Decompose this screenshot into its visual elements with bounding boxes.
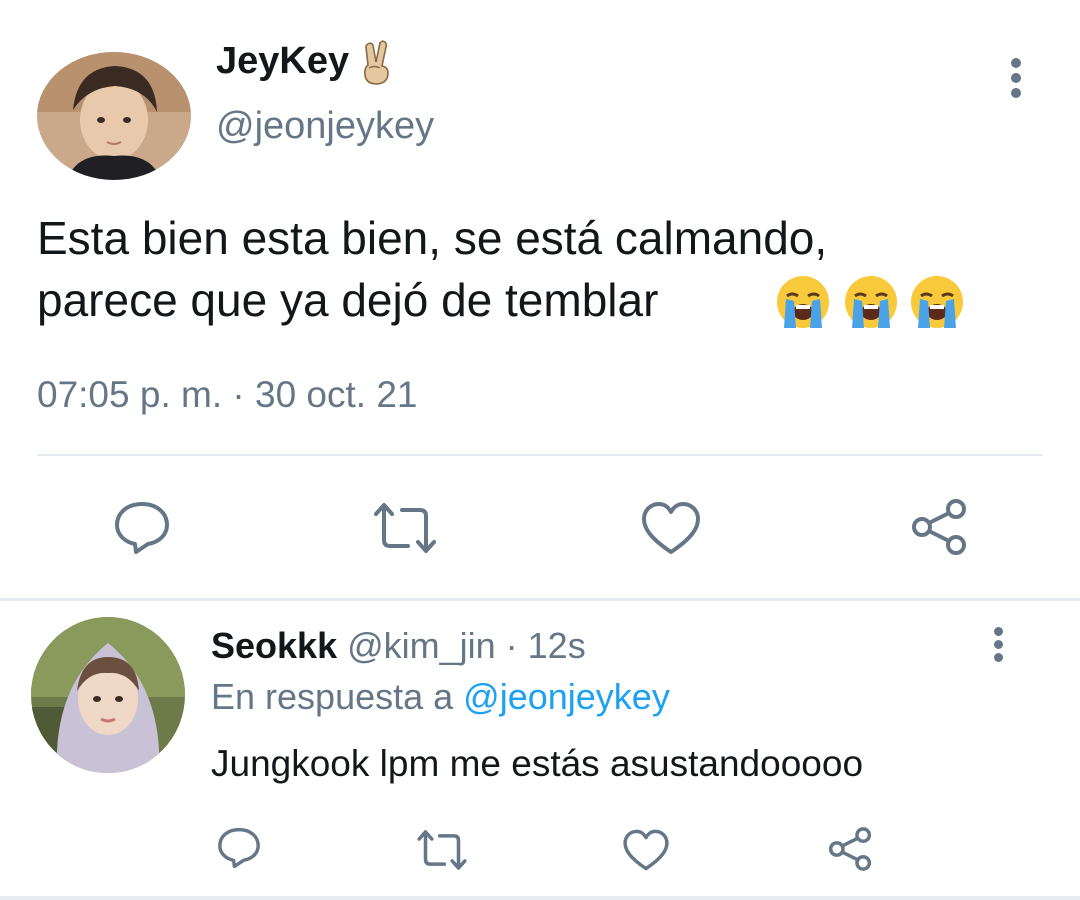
more-options-button[interactable] xyxy=(1006,58,1026,102)
reply-mention-link[interactable]: @jeonjeykey xyxy=(463,676,670,717)
reply-reply-button[interactable] xyxy=(216,826,262,870)
reply-author-avatar[interactable] xyxy=(31,617,185,773)
reply-like-button[interactable] xyxy=(622,828,670,872)
divider xyxy=(37,454,1043,456)
tweet-detail-page: JeyKey @jeonjeykey Esta bien esta bien, … xyxy=(0,0,1080,900)
share-icon xyxy=(912,499,966,555)
divider xyxy=(0,896,1080,900)
victory-hand-emoji-icon xyxy=(364,40,389,85)
reply-context-prefix: En respuesta a xyxy=(211,676,464,717)
section-separator xyxy=(0,598,1080,601)
reply-context: En respuesta a @jeonjeykey xyxy=(211,676,670,718)
reply-retweet-button[interactable] xyxy=(414,828,470,872)
tweet-text-line-1: Esta bien esta bien, se está calmando, xyxy=(37,212,828,264)
reply-icon xyxy=(115,502,169,554)
loudly-crying-face-emoji-icon xyxy=(777,276,829,328)
share-icon xyxy=(828,827,872,871)
reply-text: Jungkook lpm me estás asustandooooo xyxy=(211,743,864,784)
reply-button[interactable] xyxy=(112,500,172,556)
heart-icon xyxy=(642,502,700,554)
reply-author-name[interactable]: Seokkk xyxy=(211,625,337,666)
reply-icon xyxy=(218,827,260,869)
loudly-crying-face-emoji-icon xyxy=(845,276,897,328)
heart-icon xyxy=(623,829,669,871)
more-dot-icon xyxy=(993,627,1003,636)
retweet-icon xyxy=(374,503,436,553)
reply-share-button[interactable] xyxy=(826,826,874,872)
more-dot-icon xyxy=(993,653,1003,662)
more-dot-icon xyxy=(1011,88,1021,98)
loudly-crying-face-emoji-icon xyxy=(911,276,963,328)
retweet-icon xyxy=(417,830,467,870)
reply-more-options-button[interactable] xyxy=(988,627,1008,671)
tweet-timestamp[interactable]: 07:05 p. m. · 30 oct. 21 xyxy=(37,374,418,416)
more-dot-icon xyxy=(1011,73,1021,83)
share-button[interactable] xyxy=(908,498,970,556)
author-avatar[interactable] xyxy=(37,52,191,180)
retweet-button[interactable] xyxy=(370,500,440,556)
author-handle[interactable]: @jeonjeykey xyxy=(216,105,434,148)
reply-handle-time[interactable]: @kim_jin · 12s xyxy=(337,625,586,666)
like-button[interactable] xyxy=(640,500,702,556)
more-dot-icon xyxy=(1011,58,1021,68)
reply-header: Seokkk @kim_jin · 12s xyxy=(211,625,586,667)
author-display-name[interactable]: JeyKey xyxy=(216,40,349,83)
more-dot-icon xyxy=(993,640,1003,649)
